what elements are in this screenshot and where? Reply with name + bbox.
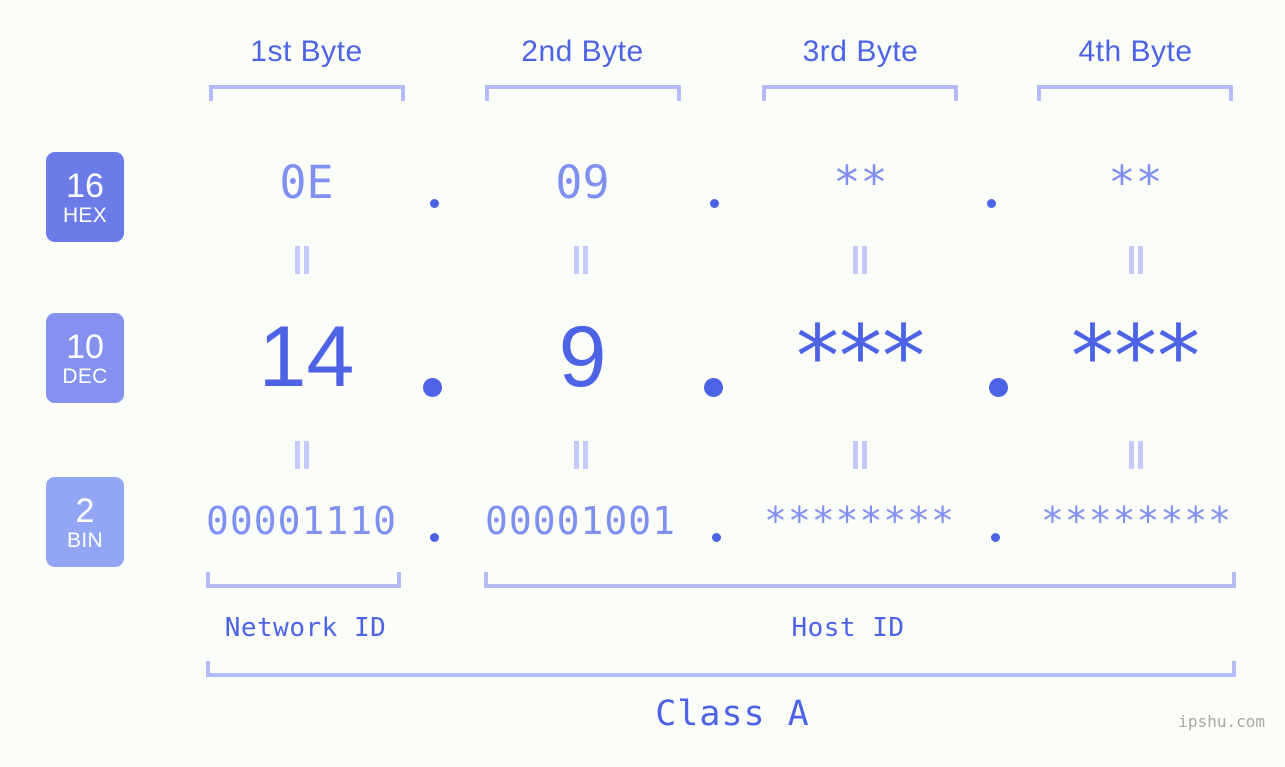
equals-icon-dec-bin-4 xyxy=(1126,441,1146,469)
equals-icon-hex-dec-1 xyxy=(292,246,312,274)
equals-icon-dec-bin-2 xyxy=(571,441,591,469)
class-label: Class A xyxy=(655,694,810,734)
bin-value-byte-1: 00001110 xyxy=(205,499,398,543)
bin-value-byte-3: ******** xyxy=(763,499,956,543)
radix-badge-dec-name: DEC xyxy=(62,364,108,388)
radix-badge-bin: 2 BIN xyxy=(46,477,124,567)
hex-value-byte-3: ** xyxy=(833,156,888,209)
host-id-label: Host ID xyxy=(791,613,905,643)
site-watermark: ipshu.com xyxy=(1178,712,1265,731)
byte-header-2: 2nd Byte xyxy=(521,35,644,68)
equals-icon-hex-dec-2 xyxy=(571,246,591,274)
equals-icon-hex-dec-3 xyxy=(850,246,870,274)
hex-value-byte-4: ** xyxy=(1108,156,1163,209)
equals-icon-dec-bin-3 xyxy=(850,441,870,469)
byte-header-3: 3rd Byte xyxy=(802,35,919,68)
dec-value-byte-3: *** xyxy=(796,307,925,407)
bin-value-byte-2: 00001001 xyxy=(484,499,677,543)
bin-value-byte-4: ******** xyxy=(1040,499,1233,543)
ip-byte-diagram: 1st Byte 2nd Byte 3rd Byte 4th Byte 16 H… xyxy=(0,0,1285,767)
dec-value-byte-1: 14 xyxy=(258,309,355,405)
hex-value-byte-1: 0E xyxy=(279,156,334,209)
bin-separator-dot-1 xyxy=(430,533,439,542)
class-bracket xyxy=(206,661,1236,677)
network-id-bracket xyxy=(206,572,401,588)
dec-separator-dot-3 xyxy=(989,378,1008,397)
network-id-label: Network ID xyxy=(224,613,387,643)
dec-separator-dot-2 xyxy=(704,378,723,397)
byte-header-4: 4th Byte xyxy=(1078,35,1193,68)
radix-badge-dec-number: 10 xyxy=(66,327,104,366)
byte-bracket-top-2 xyxy=(485,85,681,101)
radix-badge-hex-name: HEX xyxy=(62,203,108,227)
radix-badge-dec: 10 DEC xyxy=(46,313,124,403)
radix-badge-bin-number: 2 xyxy=(75,491,95,530)
equals-icon-hex-dec-4 xyxy=(1126,246,1146,274)
equals-icon-dec-bin-1 xyxy=(292,441,312,469)
dec-value-byte-4: *** xyxy=(1071,307,1200,407)
dec-separator-dot-1 xyxy=(423,378,442,397)
hex-separator-dot-3 xyxy=(987,199,996,208)
hex-separator-dot-1 xyxy=(430,199,439,208)
host-id-bracket xyxy=(484,572,1236,588)
hex-separator-dot-2 xyxy=(710,199,719,208)
byte-bracket-top-1 xyxy=(209,85,405,101)
radix-badge-hex: 16 HEX xyxy=(46,152,124,242)
dec-value-byte-2: 9 xyxy=(558,309,607,405)
hex-value-byte-2: 09 xyxy=(555,156,610,209)
bin-separator-dot-2 xyxy=(712,533,721,542)
radix-badge-bin-name: BIN xyxy=(67,528,103,552)
bin-separator-dot-3 xyxy=(991,533,1000,542)
byte-bracket-top-3 xyxy=(762,85,958,101)
byte-header-1: 1st Byte xyxy=(250,35,363,68)
byte-bracket-top-4 xyxy=(1037,85,1233,101)
radix-badge-hex-number: 16 xyxy=(66,166,104,205)
